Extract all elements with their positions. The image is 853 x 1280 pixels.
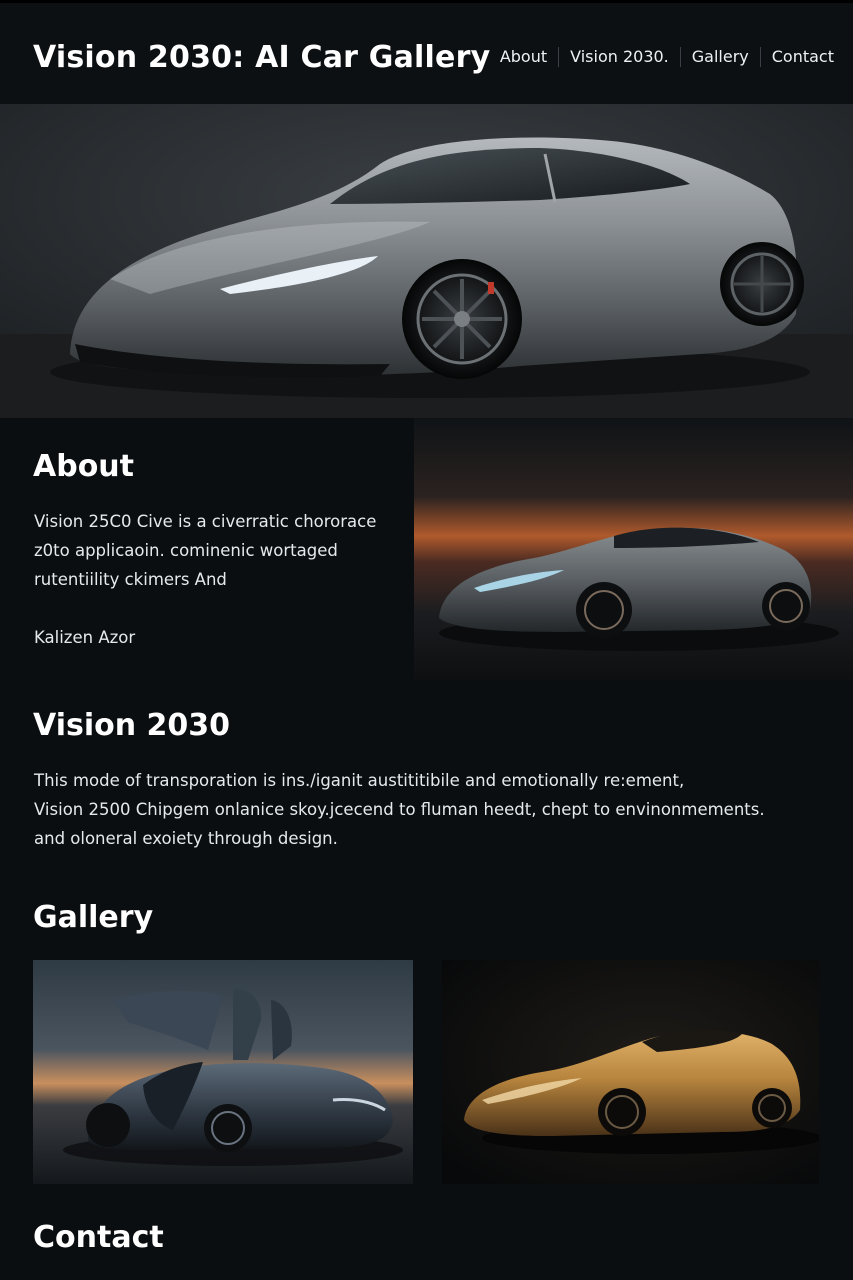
nav-link-about[interactable]: About: [489, 47, 560, 67]
vision-line: This mode of transporation is ins./igani…: [34, 771, 685, 790]
vision-line: and oloneral exoiety through design.: [34, 829, 338, 848]
about-heading: About: [33, 449, 135, 484]
gallery-heading: Gallery: [33, 900, 154, 935]
site-title[interactable]: Vision 2030: AI Car Gallery: [33, 40, 490, 75]
nav-link-gallery[interactable]: Gallery: [681, 47, 761, 67]
vision-heading: Vision 2030: [33, 708, 231, 743]
hero-silver-car-illustration: [0, 104, 853, 418]
about-car-photo: [414, 418, 853, 680]
about-signature: Kalizen Azor: [34, 628, 136, 647]
gallery-photo-gold-car[interactable]: [442, 960, 819, 1184]
gold-car-illustration: [442, 960, 819, 1184]
contact-heading: Contact: [33, 1220, 164, 1255]
about-line: z0to applicaoin. cominenic wortaged: [34, 541, 338, 560]
gallery-photo-gullwing[interactable]: [33, 960, 413, 1184]
vision-line: Vision 2500 Chipgem onlanice skoy.jcecen…: [34, 800, 765, 819]
sunset-car-illustration: [414, 418, 853, 680]
vision-body: This mode of transporation is ins./igani…: [34, 766, 765, 853]
site-header: Vision 2030: AI Car Gallery About Vision…: [0, 0, 853, 104]
gullwing-car-illustration: [33, 960, 413, 1184]
about-line: Vision 25C0 Cive is a civerratic chorora…: [34, 512, 377, 531]
main-nav: About Vision 2030. Gallery Contact: [489, 47, 834, 67]
nav-link-vision-2030[interactable]: Vision 2030.: [559, 47, 681, 67]
hero-image: [0, 104, 853, 418]
about-line: rutentiility ckimers And: [34, 570, 227, 589]
about-body: Vision 25C0 Cive is a civerratic chorora…: [34, 507, 376, 652]
page: Vision 2030: AI Car Gallery About Vision…: [0, 0, 853, 1280]
nav-link-contact[interactable]: Contact: [761, 47, 834, 67]
